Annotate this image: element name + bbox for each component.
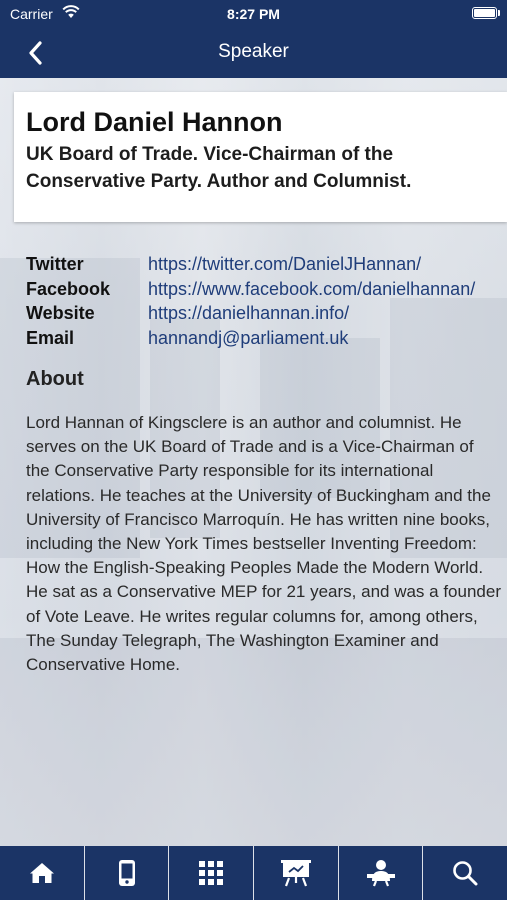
speaker-role: UK Board of Trade. Vice-Chairman of the … [26, 144, 412, 192]
email-link[interactable]: hannandj@parliament.uk [148, 326, 348, 351]
about-text: Lord Hannan of Kingsclere is an author a… [26, 413, 501, 675]
tab-mobile[interactable] [85, 846, 170, 900]
tab-presentation[interactable] [254, 846, 339, 900]
tab-home[interactable] [0, 846, 85, 900]
tab-search[interactable] [423, 846, 507, 900]
grid-icon [199, 861, 224, 885]
tab-grid[interactable] [169, 846, 255, 900]
page-title: Speaker [218, 41, 289, 62]
search-icon [453, 861, 478, 886]
twitter-link[interactable]: https://twitter.com/DanielJHannan/ [148, 252, 421, 277]
contact-label: Facebook [26, 278, 111, 299]
speaker-name: Lord Daniel Hannon [26, 107, 283, 137]
status-bar: Carrier 8:27 PM [0, 0, 507, 28]
status-time: 8:27 PM [227, 6, 280, 22]
contact-list: Twitter https://twitter.com/DanielJHanna… [26, 252, 501, 350]
tab-bar [0, 846, 507, 900]
speaker-header-card: Lord Daniel Hannon UK Board of Trade. Vi… [14, 92, 507, 222]
presentation-icon [280, 860, 311, 887]
contact-row-facebook: Facebook https://www.facebook.com/daniel… [26, 277, 501, 302]
contact-row-website: Website https://danielhannan.info/ [26, 301, 501, 326]
contact-row-email: Email hannandj@parliament.uk [26, 326, 501, 351]
contact-label: Twitter [26, 254, 84, 274]
home-icon [29, 863, 54, 883]
speaker-icon [366, 860, 395, 887]
tab-speaker[interactable] [339, 846, 424, 900]
about-heading: About [26, 368, 84, 390]
battery-tip [498, 10, 500, 16]
mobile-icon [118, 860, 135, 886]
contact-row-twitter: Twitter https://twitter.com/DanielJHanna… [26, 252, 501, 277]
top-bar: Carrier 8:27 PM Speaker [0, 0, 507, 78]
contact-label: Email [26, 327, 75, 348]
battery-icon [472, 7, 497, 19]
nav-bar: Speaker [0, 28, 507, 78]
facebook-link[interactable]: https://www.facebook.com/danielhannan/ [148, 277, 475, 302]
website-link[interactable]: https://danielhannan.info/ [148, 301, 349, 326]
contact-label: Website [26, 303, 95, 323]
